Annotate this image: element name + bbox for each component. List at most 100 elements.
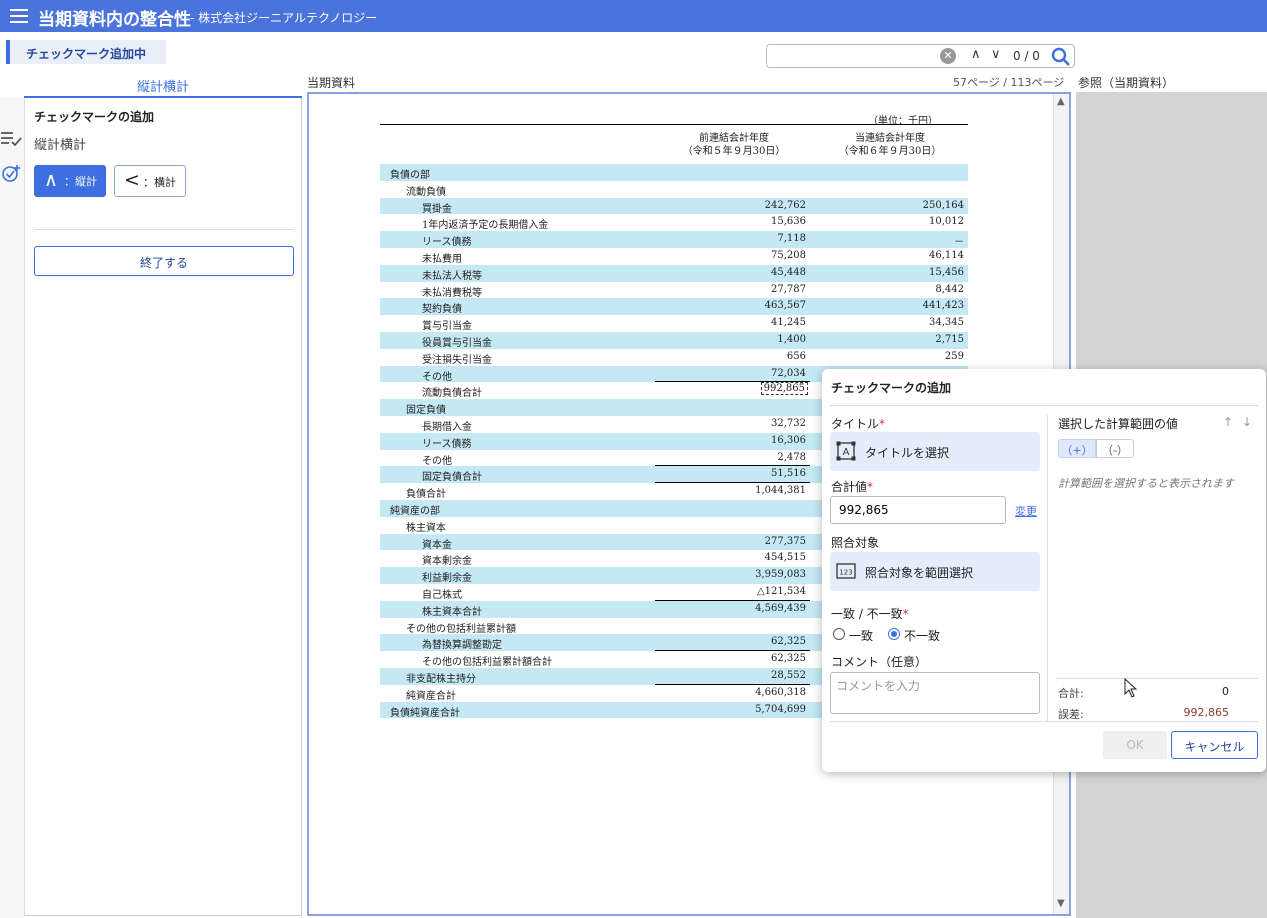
- prior-year-value[interactable]: 463,567: [765, 300, 806, 311]
- current-year-value[interactable]: 15,456: [929, 267, 964, 278]
- prior-year-value[interactable]: 3,959,083: [755, 569, 806, 580]
- prior-year-value[interactable]: 28,552: [771, 670, 806, 681]
- mismatch-radio[interactable]: [888, 628, 900, 640]
- row-label: 長期借入金: [422, 421, 472, 433]
- row-label: その他の包括利益累計額合計: [422, 657, 552, 669]
- tab-vertical-horizontal[interactable]: 縦計横計: [24, 72, 302, 98]
- current-year-value[interactable]: 8,442: [935, 284, 964, 295]
- prior-year-value[interactable]: 45,448: [771, 267, 806, 278]
- row-label: 純資産の部: [390, 505, 440, 517]
- table-row: リース債務 7,118 －: [380, 231, 968, 248]
- column-header-prior-date: （令和５年９月30日）: [682, 146, 786, 157]
- minus-toggle[interactable]: （-）: [1096, 439, 1134, 458]
- current-year-value[interactable]: 250,164: [923, 200, 964, 211]
- current-year-value[interactable]: 46,114: [929, 250, 964, 261]
- sum-value: 0: [1222, 685, 1229, 698]
- scroll-up-icon[interactable]: ▲: [1057, 96, 1065, 107]
- prior-year-value[interactable]: 454,515: [765, 552, 806, 563]
- column-header-current: 当連結会計年度 （令和６年９月30日）: [810, 132, 970, 158]
- svg-text:A: A: [843, 447, 850, 458]
- row-label: 契約負債: [422, 304, 462, 316]
- total-value-input[interactable]: [830, 496, 1006, 524]
- change-link[interactable]: 変更: [1015, 503, 1037, 519]
- arrow-up-icon[interactable]: ↑: [1223, 415, 1233, 429]
- add-check-icon[interactable]: [1, 164, 21, 184]
- hamburger-menu-icon[interactable]: [10, 8, 30, 24]
- current-year-value[interactable]: －: [954, 233, 964, 248]
- table-row: 未払費用 75,208 46,114: [380, 248, 968, 265]
- prior-year-value[interactable]: 15,636: [771, 216, 806, 227]
- table-row: 買掛金 242,762 250,164: [380, 197, 968, 215]
- row-label: リース債務: [422, 237, 472, 249]
- mode-badge: チェックマーク追加中: [6, 40, 166, 64]
- row-label: その他の包括利益累計額: [406, 623, 516, 635]
- prior-year-value[interactable]: 1,044,381: [755, 485, 806, 496]
- checklist-icon[interactable]: [0, 130, 22, 148]
- row-label: 未払消費税等: [422, 287, 482, 299]
- range-values-label: 選択した計算範囲の値: [1058, 417, 1179, 431]
- prior-year-value[interactable]: 27,787: [771, 284, 806, 295]
- select-title-button[interactable]: A タイトルを選択: [830, 432, 1040, 471]
- selected-value-cell[interactable]: 992,865: [760, 382, 808, 396]
- prior-year-value[interactable]: 5,704,699: [755, 704, 806, 715]
- prior-year-value[interactable]: 72,034: [771, 368, 806, 379]
- prior-year-value[interactable]: 16,306: [771, 435, 806, 446]
- current-year-value[interactable]: 441,423: [923, 300, 964, 311]
- prior-year-value[interactable]: 62,325: [771, 636, 806, 647]
- scroll-down-icon[interactable]: ▼: [1057, 898, 1065, 909]
- current-year-value[interactable]: 259: [945, 351, 964, 362]
- select-compare-range-button[interactable]: 123 照合対象を範囲選択: [830, 552, 1040, 591]
- search-input[interactable]: [773, 48, 939, 64]
- prior-year-value[interactable]: 75,208: [771, 250, 806, 261]
- search-icon[interactable]: [1051, 47, 1071, 67]
- prior-year-value[interactable]: 2,478: [777, 452, 806, 463]
- current-year-value[interactable]: 10,012: [929, 216, 964, 227]
- row-label: 買掛金: [422, 203, 452, 215]
- prior-year-value[interactable]: 51,516: [771, 468, 806, 479]
- prior-year-value[interactable]: 1,400: [777, 334, 806, 345]
- row-label: 固定負債: [406, 405, 446, 417]
- horizontal-sum-glyph: <: [124, 169, 140, 191]
- next-result-icon[interactable]: ∨: [991, 47, 1001, 62]
- search-bar: ✕ ∧ ∨ 0 / 0: [766, 44, 1075, 68]
- required-mark: *: [879, 417, 886, 431]
- table-row: 役員賞与引当金 1,400 2,715: [380, 331, 968, 349]
- comment-input[interactable]: [830, 672, 1040, 714]
- match-radio[interactable]: [833, 628, 845, 640]
- vertical-sum-button[interactable]: ∧ ：縦計: [34, 165, 106, 197]
- plus-toggle[interactable]: （+）: [1058, 439, 1096, 458]
- horizontal-sum-button[interactable]: < ：横計: [114, 165, 186, 197]
- prior-year-value[interactable]: 4,569,439: [755, 603, 806, 614]
- row-label: その他: [422, 371, 452, 383]
- row-label: 自己株式: [422, 589, 462, 601]
- ok-button[interactable]: OK: [1103, 731, 1167, 759]
- column-header-current-title: 当連結会計年度: [855, 133, 925, 144]
- app-header: 当期資料内の整合性 - 株式会社ジーニアルテクノロジー: [0, 0, 1267, 32]
- prior-year-value[interactable]: 4,660,318: [755, 687, 806, 698]
- clear-search-icon[interactable]: ✕: [940, 48, 956, 64]
- prior-year-value[interactable]: 242,762: [765, 200, 806, 211]
- match-option-label: 一致: [849, 629, 874, 643]
- table-row: 受注損失引当金 656 259: [380, 349, 968, 366]
- prior-year-value[interactable]: 41,245: [771, 317, 806, 328]
- prior-year-value[interactable]: 277,375: [765, 536, 806, 547]
- end-button[interactable]: 終了する: [34, 246, 294, 276]
- prev-result-icon[interactable]: ∧: [971, 47, 981, 62]
- prior-year-value[interactable]: 7,118: [777, 233, 806, 244]
- arrow-down-icon[interactable]: ↓: [1242, 415, 1252, 429]
- prior-year-value[interactable]: 32,732: [771, 418, 806, 429]
- row-label: 非支配株主持分: [406, 673, 476, 685]
- mouse-cursor-icon: [1124, 678, 1138, 698]
- page-title: 当期資料内の整合性: [38, 10, 191, 30]
- column-header-prior: 前連結会計年度 （令和５年９月30日）: [654, 132, 814, 158]
- prior-year-value[interactable]: 656: [787, 351, 806, 362]
- prior-year-value[interactable]: 62,325: [771, 653, 806, 664]
- cancel-button[interactable]: キャンセル: [1171, 731, 1258, 759]
- title-field-label: タイトル*: [831, 415, 885, 432]
- current-year-value[interactable]: 34,345: [929, 317, 964, 328]
- match-field-label-text: 一致 / 不一致: [831, 607, 903, 621]
- error-value: 992,865: [1183, 706, 1230, 719]
- current-year-value[interactable]: 2,715: [935, 334, 964, 345]
- prior-year-value[interactable]: △121,534: [757, 586, 806, 597]
- range-hint: 計算範囲を選択すると表示されます: [1058, 477, 1234, 490]
